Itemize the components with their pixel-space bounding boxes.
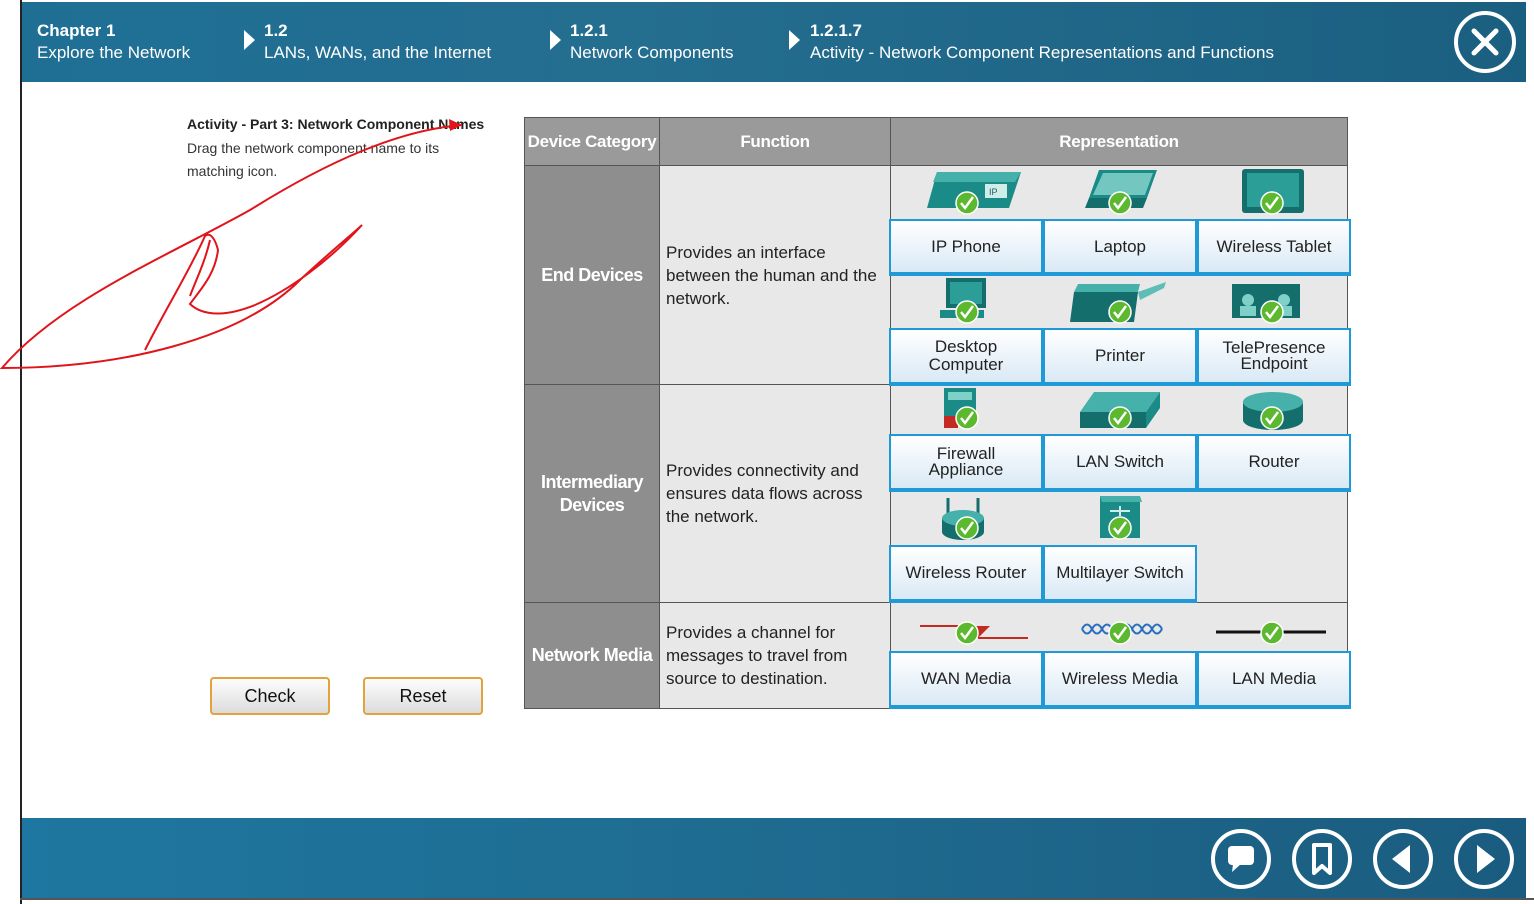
- check-icon: [1108, 516, 1132, 540]
- category-network-media: Network Media: [525, 603, 660, 708]
- breadcrumb-label: Network Components: [570, 43, 734, 62]
- check-button[interactable]: Check: [210, 677, 330, 715]
- label-desktop-computer[interactable]: Desktop Computer: [889, 328, 1043, 386]
- next-button[interactable]: [1454, 829, 1514, 889]
- footer-bar: [22, 818, 1526, 898]
- check-icon: [1260, 406, 1284, 430]
- close-button[interactable]: [1454, 11, 1516, 73]
- close-icon: [1471, 28, 1499, 56]
- next-icon: [1477, 845, 1495, 873]
- activity-title: Activity - Part 3: Network Component Nam…: [187, 116, 485, 132]
- reset-button[interactable]: Reset: [363, 677, 483, 715]
- bookmark-icon: [1312, 843, 1332, 875]
- breadcrumb-arrow-icon: [550, 30, 561, 50]
- check-icon: [955, 516, 979, 540]
- breadcrumb-number: 1.2: [264, 21, 288, 40]
- check-icon: [1260, 621, 1284, 645]
- check-icon: [955, 300, 979, 324]
- header-bar: Chapter 1 Explore the Network 1.2 LANs, …: [22, 2, 1526, 82]
- header-device-category: Device Category: [525, 118, 660, 166]
- label-lan-media[interactable]: LAN Media: [1197, 651, 1351, 709]
- breadcrumb-number: Chapter 1: [37, 21, 116, 40]
- check-icon: [1108, 300, 1132, 324]
- check-icon: [1260, 300, 1284, 324]
- label-router[interactable]: Router: [1197, 434, 1351, 492]
- label-lan-switch[interactable]: LAN Switch: [1043, 434, 1197, 492]
- function-text: Provides an interface between the human …: [666, 242, 877, 308]
- category-end-devices: End Devices: [525, 166, 660, 385]
- svg-text:IP: IP: [989, 187, 998, 197]
- label-wireless-tablet[interactable]: Wireless Tablet: [1197, 219, 1351, 276]
- function-intermediary-devices: Provides connectivity and ensures data f…: [660, 385, 891, 603]
- label-firewall-appliance[interactable]: Firewall Appliance: [889, 434, 1043, 492]
- breadcrumb-arrow-icon: [244, 30, 255, 50]
- breadcrumb-number: 1.2.1: [570, 21, 608, 40]
- previous-button[interactable]: [1373, 829, 1433, 889]
- label-wireless-media[interactable]: Wireless Media: [1043, 651, 1197, 709]
- label-wan-media[interactable]: WAN Media: [889, 651, 1043, 709]
- check-icon: [1108, 406, 1132, 430]
- function-end-devices: Provides an interface between the human …: [660, 166, 891, 385]
- breadcrumb-arrow-icon: [789, 30, 800, 50]
- header-representation: Representation: [891, 118, 1347, 166]
- breadcrumb-label: LANs, WANs, and the Internet: [264, 43, 492, 62]
- comment-icon: [1228, 846, 1254, 872]
- category-intermediary-devices: Intermediary Devices: [525, 385, 660, 603]
- window-bottom-edge: [20, 898, 1534, 900]
- label-ip-phone[interactable]: IP Phone: [889, 219, 1043, 276]
- label-multilayer-switch[interactable]: Multilayer Switch: [1043, 545, 1197, 603]
- label-printer[interactable]: Printer: [1043, 328, 1197, 386]
- header-function: Function: [660, 118, 891, 166]
- check-icon: [955, 406, 979, 430]
- window-edge: [20, 0, 22, 904]
- label-laptop[interactable]: Laptop: [1043, 219, 1197, 276]
- breadcrumb-topic[interactable]: 1.2.1 Network Components: [570, 20, 733, 64]
- breadcrumb-label: Explore the Network: [37, 43, 191, 62]
- bookmark-button[interactable]: [1292, 829, 1352, 889]
- comment-button[interactable]: [1211, 829, 1271, 889]
- function-text: Provides a channel for messages to trave…: [666, 623, 848, 688]
- breadcrumb-chapter[interactable]: Chapter 1 Explore the Network: [37, 20, 190, 64]
- breadcrumb-number: 1.2.1.7: [810, 21, 862, 40]
- breadcrumb-label: Activity - Network Component Representat…: [810, 43, 1274, 62]
- check-icon: [1260, 191, 1284, 215]
- check-icon: [1108, 621, 1132, 645]
- label-telepresence-endpoint[interactable]: TelePresence Endpoint: [1197, 328, 1351, 386]
- breadcrumb-activity[interactable]: 1.2.1.7 Activity - Network Component Rep…: [810, 20, 1274, 64]
- check-icon: [1108, 191, 1132, 215]
- breadcrumb-section[interactable]: 1.2 LANs, WANs, and the Internet: [264, 20, 491, 64]
- check-icon: [955, 621, 979, 645]
- activity-instructions: Drag the network component name to its m…: [187, 140, 440, 179]
- previous-icon: [1392, 845, 1410, 873]
- check-icon: [955, 191, 979, 215]
- label-wireless-router[interactable]: Wireless Router: [889, 545, 1043, 603]
- function-network-media: Provides a channel for messages to trave…: [660, 603, 891, 708]
- function-text: Provides connectivity and ensures data f…: [666, 461, 863, 526]
